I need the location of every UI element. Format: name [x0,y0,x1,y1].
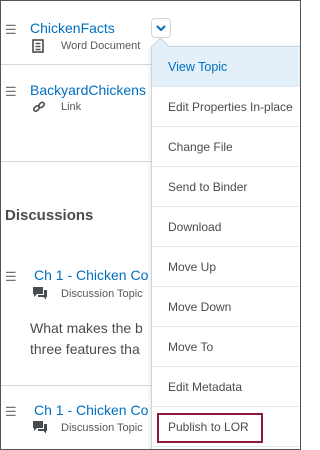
discussion-title-link[interactable]: Ch 1 - Chicken Co [34,267,148,283]
menu-item-edit-properties[interactable]: Edit Properties In-place [152,87,300,127]
discussion-icon [32,286,48,305]
item-type-label: Word Document [61,40,141,52]
item-type-label: Link [61,101,82,113]
section-title: Discussions [5,207,94,224]
menu-item-publish-to-lor[interactable]: Publish to LOR [152,407,300,447]
content-panel: ☰ ChickenFacts Word Document ☰ BackyardC… [0,0,301,450]
menu-item-send-to-binder[interactable]: Send to Binder [152,167,300,207]
menu-item-change-file[interactable]: Change File [152,127,300,167]
discussion-description: What makes the b [30,320,143,336]
discussion-title-link[interactable]: Ch 1 - Chicken Co [34,402,148,418]
menu-item-edit-metadata[interactable]: Edit Metadata [152,367,300,407]
item-title-link[interactable]: BackyardChickens [30,82,146,98]
menu-item-view-topic[interactable]: View Topic [152,47,300,87]
menu-item-move-down[interactable]: Move Down [152,287,300,327]
item-title-link[interactable]: ChickenFacts [30,20,115,36]
menu-item-move-up[interactable]: Move Up [152,247,300,287]
drag-handle-icon[interactable]: ☰ [5,270,17,283]
discussion-icon [32,420,48,439]
link-icon [32,100,46,119]
discussion-type-label: Discussion Topic [61,288,143,300]
drag-handle-icon[interactable]: ☰ [5,85,17,98]
document-icon [32,39,44,58]
context-menu: View Topic Edit Properties In-place Chan… [151,46,300,449]
menu-item-move-to[interactable]: Move To [152,327,300,367]
drag-handle-icon[interactable]: ☰ [5,405,17,418]
drag-handle-icon[interactable]: ☰ [5,23,17,36]
discussion-type-label: Discussion Topic [61,422,143,434]
highlight-box [157,413,263,443]
chevron-down-icon [156,19,166,37]
discussion-description: three features tha [30,341,140,357]
menu-item-download[interactable]: Download [152,207,300,247]
item-actions-button[interactable] [151,18,171,38]
